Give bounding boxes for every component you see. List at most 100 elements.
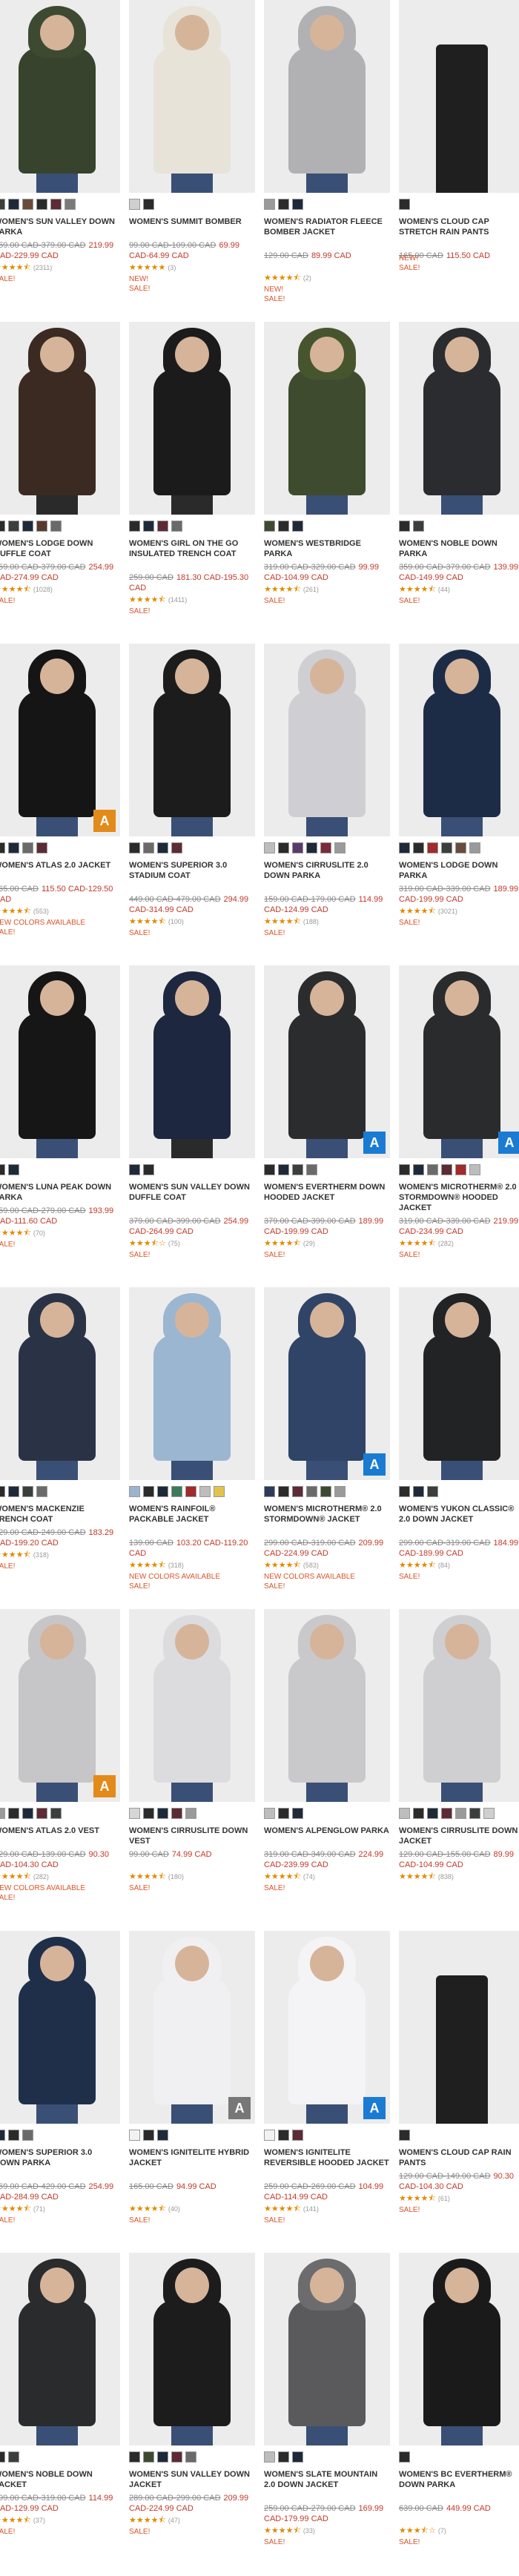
- color-swatch[interactable]: [413, 1808, 424, 1819]
- product-card[interactable]: Women's CirrusLite 2.0 Down Parka 159.00 …: [264, 644, 390, 965]
- product-image[interactable]: [0, 965, 120, 1158]
- color-swatch[interactable]: [171, 2451, 182, 2463]
- product-name[interactable]: Women's CirruSlite Down Vest: [129, 1826, 255, 1846]
- color-swatch[interactable]: [157, 1808, 168, 1819]
- product-card[interactable]: Women's Cloud Cap Stretch Rain Pants 165.…: [399, 0, 519, 322]
- product-card[interactable]: Women's Rainfoil® Packable Jacket 139.00 …: [129, 1287, 255, 1609]
- color-swatch[interactable]: [278, 1808, 289, 1819]
- color-swatch[interactable]: [36, 1808, 47, 1819]
- product-image[interactable]: [264, 322, 390, 515]
- product-image[interactable]: A: [399, 965, 519, 1158]
- color-swatch[interactable]: [50, 521, 62, 532]
- product-image[interactable]: [399, 644, 519, 836]
- product-image[interactable]: A: [264, 965, 390, 1158]
- product-name[interactable]: Women's Sun Valley Down Jacket: [129, 2469, 255, 2490]
- color-swatch[interactable]: [0, 1808, 5, 1819]
- color-swatch[interactable]: [8, 2451, 19, 2463]
- product-image[interactable]: [399, 2253, 519, 2445]
- product-image[interactable]: [264, 2253, 390, 2445]
- color-swatch[interactable]: [50, 1808, 62, 1819]
- color-swatch[interactable]: [8, 1164, 19, 1175]
- product-card[interactable]: A Women's MicroTherm® 2.0 StormDown® Jack…: [264, 1287, 390, 1609]
- color-swatch[interactable]: [413, 842, 424, 853]
- color-swatch[interactable]: [413, 1164, 424, 1175]
- product-card[interactable]: Women's Lodge Down Duffle Coat 359.00 CAD…: [0, 322, 120, 644]
- color-swatch[interactable]: [171, 1486, 182, 1497]
- color-swatch[interactable]: [157, 2451, 168, 2463]
- color-swatch[interactable]: [0, 521, 5, 532]
- color-swatch[interactable]: [264, 1164, 275, 1175]
- product-name[interactable]: Women's MicroTherm® 2.0 StormDown® Hoode…: [399, 1182, 519, 1213]
- product-card[interactable]: Women's CirruSlite Down Vest 99.00 CAD 74.…: [129, 1609, 255, 1931]
- product-image[interactable]: [264, 644, 390, 836]
- color-swatch[interactable]: [427, 842, 438, 853]
- color-swatch[interactable]: [8, 1486, 19, 1497]
- product-image[interactable]: A: [264, 1287, 390, 1480]
- product-card[interactable]: Women's Sun Valley Down Duffle Coat 379.0…: [129, 965, 255, 1287]
- color-swatch[interactable]: [292, 1808, 303, 1819]
- color-swatch[interactable]: [171, 521, 182, 532]
- color-swatch[interactable]: [22, 842, 33, 853]
- product-name[interactable]: Women's Alpenglow Parka: [264, 1826, 390, 1836]
- product-image[interactable]: [264, 0, 390, 193]
- color-swatch[interactable]: [129, 1164, 140, 1175]
- product-name[interactable]: Women's Mackenzie Trench Coat: [0, 1504, 120, 1525]
- color-swatch[interactable]: [292, 1164, 303, 1175]
- product-image[interactable]: [399, 1287, 519, 1480]
- product-name[interactable]: Women's Sun Valley Down Duffle Coat: [129, 1182, 255, 1203]
- product-image[interactable]: [264, 1609, 390, 1802]
- color-swatch[interactable]: [199, 1486, 211, 1497]
- product-name[interactable]: Women's Slate Mountain 2.0 Down Jacket: [264, 2469, 390, 2490]
- color-swatch[interactable]: [320, 1486, 331, 1497]
- product-card[interactable]: Women's Alpenglow Parka 319.00 CAD-349.00…: [264, 1609, 390, 1931]
- product-image[interactable]: [129, 2253, 255, 2445]
- product-card[interactable]: A Women's IgniteLite Reversible Hooded Ja…: [264, 1931, 390, 2253]
- product-name[interactable]: Women's Cloud Cap Rain Pants: [399, 2147, 519, 2168]
- product-image[interactable]: [0, 2253, 120, 2445]
- color-swatch[interactable]: [0, 2451, 5, 2463]
- color-swatch[interactable]: [0, 1486, 5, 1497]
- color-swatch[interactable]: [143, 1808, 154, 1819]
- color-swatch[interactable]: [292, 2130, 303, 2141]
- product-card[interactable]: A Women's Atlas 2.0 Jacket 165.00 CAD115.5…: [0, 644, 120, 965]
- color-swatch[interactable]: [264, 1808, 275, 1819]
- color-swatch[interactable]: [0, 1164, 5, 1175]
- color-swatch[interactable]: [185, 1808, 196, 1819]
- color-swatch[interactable]: [50, 199, 62, 210]
- color-swatch[interactable]: [278, 521, 289, 532]
- color-swatch[interactable]: [399, 1486, 410, 1497]
- product-image[interactable]: [0, 322, 120, 515]
- product-name[interactable]: Women's BC EverTherm® Down Parka: [399, 2469, 519, 2490]
- color-swatch[interactable]: [65, 199, 76, 210]
- color-swatch[interactable]: [0, 842, 5, 853]
- product-card[interactable]: Women's CirruSlite Down Jacket 129.00 CAD…: [399, 1609, 519, 1931]
- product-card[interactable]: Women's Radiator Fleece Bomber Jacket 129…: [264, 0, 390, 322]
- product-card[interactable]: Women's Yukon Classic® 2.0 Down Jacket 29…: [399, 1287, 519, 1609]
- color-swatch[interactable]: [469, 1808, 480, 1819]
- product-card[interactable]: Women's Superior 3.0 Down Parka 369.00 CA…: [0, 1931, 120, 2253]
- product-name[interactable]: Women's Westbridge Parka: [264, 538, 390, 559]
- product-card[interactable]: Women's Luna Peak Down Parka 259.00 CAD-2…: [0, 965, 120, 1287]
- color-swatch[interactable]: [185, 1486, 196, 1497]
- product-card[interactable]: A Women's Atlas 2.0 Vest 129.00 CAD-139.00…: [0, 1609, 120, 1931]
- product-card[interactable]: A Women's EverTherm Down Hooded Jacket 379…: [264, 965, 390, 1287]
- color-swatch[interactable]: [306, 1486, 317, 1497]
- product-image[interactable]: [129, 1609, 255, 1802]
- color-swatch[interactable]: [157, 1486, 168, 1497]
- product-name[interactable]: Women's Atlas 2.0 Jacket: [0, 860, 120, 871]
- color-swatch[interactable]: [264, 521, 275, 532]
- color-swatch[interactable]: [22, 1808, 33, 1819]
- product-card[interactable]: Women's Noble Down Parka 359.00 CAD-379.0…: [399, 322, 519, 644]
- product-name[interactable]: Women's Yukon Classic® 2.0 Down Jacket: [399, 1504, 519, 1525]
- color-swatch[interactable]: [129, 2451, 140, 2463]
- product-name[interactable]: Women's Radiator Fleece Bomber Jacket: [264, 217, 390, 237]
- product-image[interactable]: [399, 1931, 519, 2124]
- color-swatch[interactable]: [427, 1486, 438, 1497]
- color-swatch[interactable]: [399, 2451, 410, 2463]
- color-swatch[interactable]: [292, 1486, 303, 1497]
- product-image[interactable]: A: [0, 644, 120, 836]
- product-card[interactable]: A Women's IgniteLite Hybrid Jacket 165.00 …: [129, 1931, 255, 2253]
- product-card[interactable]: Women's Summit Bomber 99.00 CAD-109.00 CA…: [129, 0, 255, 322]
- color-swatch[interactable]: [469, 842, 480, 853]
- color-swatch[interactable]: [334, 842, 346, 853]
